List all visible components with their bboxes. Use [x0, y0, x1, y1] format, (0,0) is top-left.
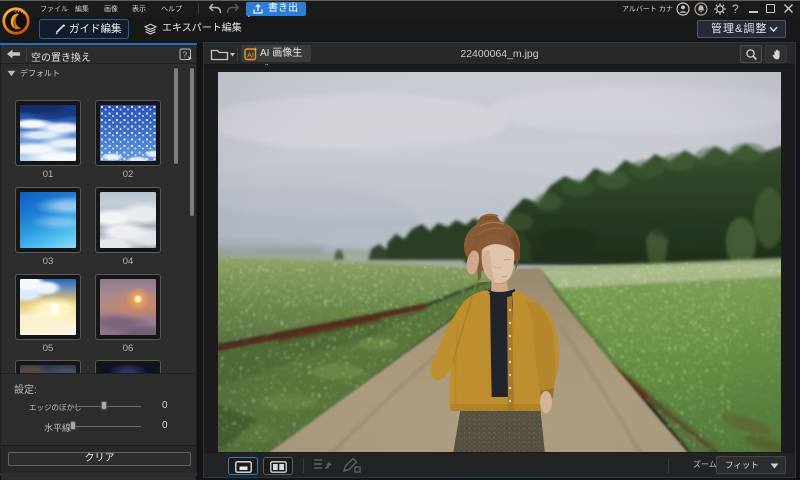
svg-text:?: ? [183, 51, 188, 60]
